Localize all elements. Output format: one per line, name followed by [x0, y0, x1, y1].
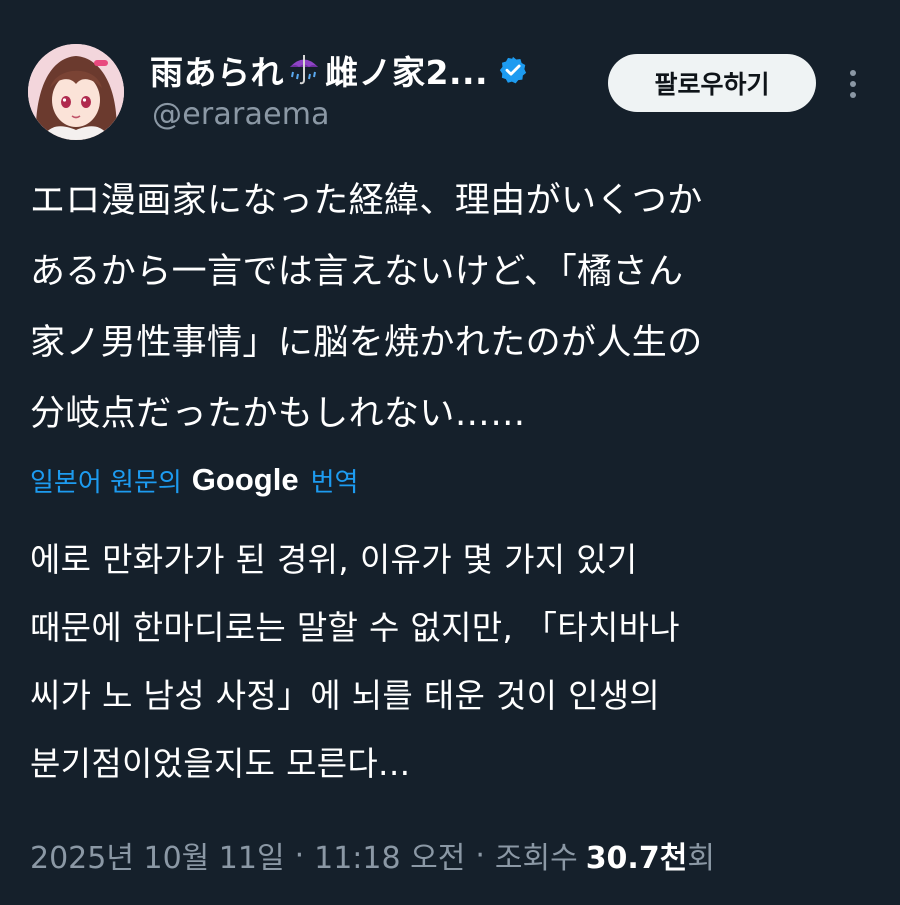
- translated-line: 씨가 노 남성 사정」에 뇌를 태운 것이 인생의: [30, 676, 661, 715]
- umbrella-with-rain-icon: [287, 50, 321, 90]
- views-count[interactable]: 30.7천: [586, 833, 688, 877]
- tweet-original-text: エロ漫画家になった経緯、理由がいくつか あるから一言では言えないけど、「橘さん …: [30, 166, 870, 450]
- tweet-meta: 2025년 10월 11일 · 11:18 오전 · 조회수 30.7천 회: [30, 830, 715, 880]
- avatar[interactable]: [28, 44, 124, 140]
- views-unit: 회: [687, 841, 715, 876]
- author-name-row[interactable]: 雨あられ 雌ノ家2...: [150, 46, 528, 94]
- vertical-ellipsis-icon[interactable]: [838, 62, 868, 106]
- translated-line: 분기점이었을지도 모른다...: [30, 744, 411, 783]
- original-line: あるから一言では言えないけど、「橘さん: [30, 252, 684, 292]
- tweet-translated-text: 에로 만화가가 된 경위, 이유가 몇 가지 있기 때문에 한마디로는 말할 수…: [30, 526, 870, 798]
- meta-separator: ·: [475, 837, 485, 873]
- original-line: 分岐点だったかもしれない……: [30, 394, 526, 434]
- original-line: 家ノ男性事情」に脳を焼かれたのが人生の: [30, 323, 703, 363]
- follow-button[interactable]: 팔로우하기: [608, 54, 816, 112]
- translation-prefix-link[interactable]: 일본어 원문의: [30, 462, 182, 499]
- tweet-date[interactable]: 2025년 10월 11일: [30, 833, 285, 877]
- translation-suffix-link[interactable]: 번역: [311, 462, 359, 499]
- original-line: エロ漫画家になった経緯、理由がいくつか: [30, 181, 703, 221]
- translated-line: 때문에 한마디로는 말할 수 없지만, 「타치바나: [30, 608, 680, 647]
- translation-attribution[interactable]: 일본어 원문의 Google 번역: [30, 456, 358, 504]
- verified-badge-icon: [498, 55, 528, 85]
- display-name-part1[interactable]: 雨あられ: [150, 46, 284, 94]
- meta-separator: ·: [294, 837, 305, 873]
- author-handle[interactable]: @eraraema: [152, 97, 330, 132]
- views-label: 조회수: [494, 841, 578, 876]
- translated-line: 에로 만화가가 된 경위, 이유가 몇 가지 있기: [30, 540, 638, 579]
- top-edge: [0, 0, 900, 18]
- display-name-part2[interactable]: 雌ノ家2...: [325, 46, 488, 94]
- tweet-header: 雨あられ 雌ノ家2... @eraraema 팔로우하기: [28, 42, 878, 142]
- tweet-time[interactable]: 11:18 오전: [314, 833, 465, 877]
- google-logo: Google: [191, 462, 299, 497]
